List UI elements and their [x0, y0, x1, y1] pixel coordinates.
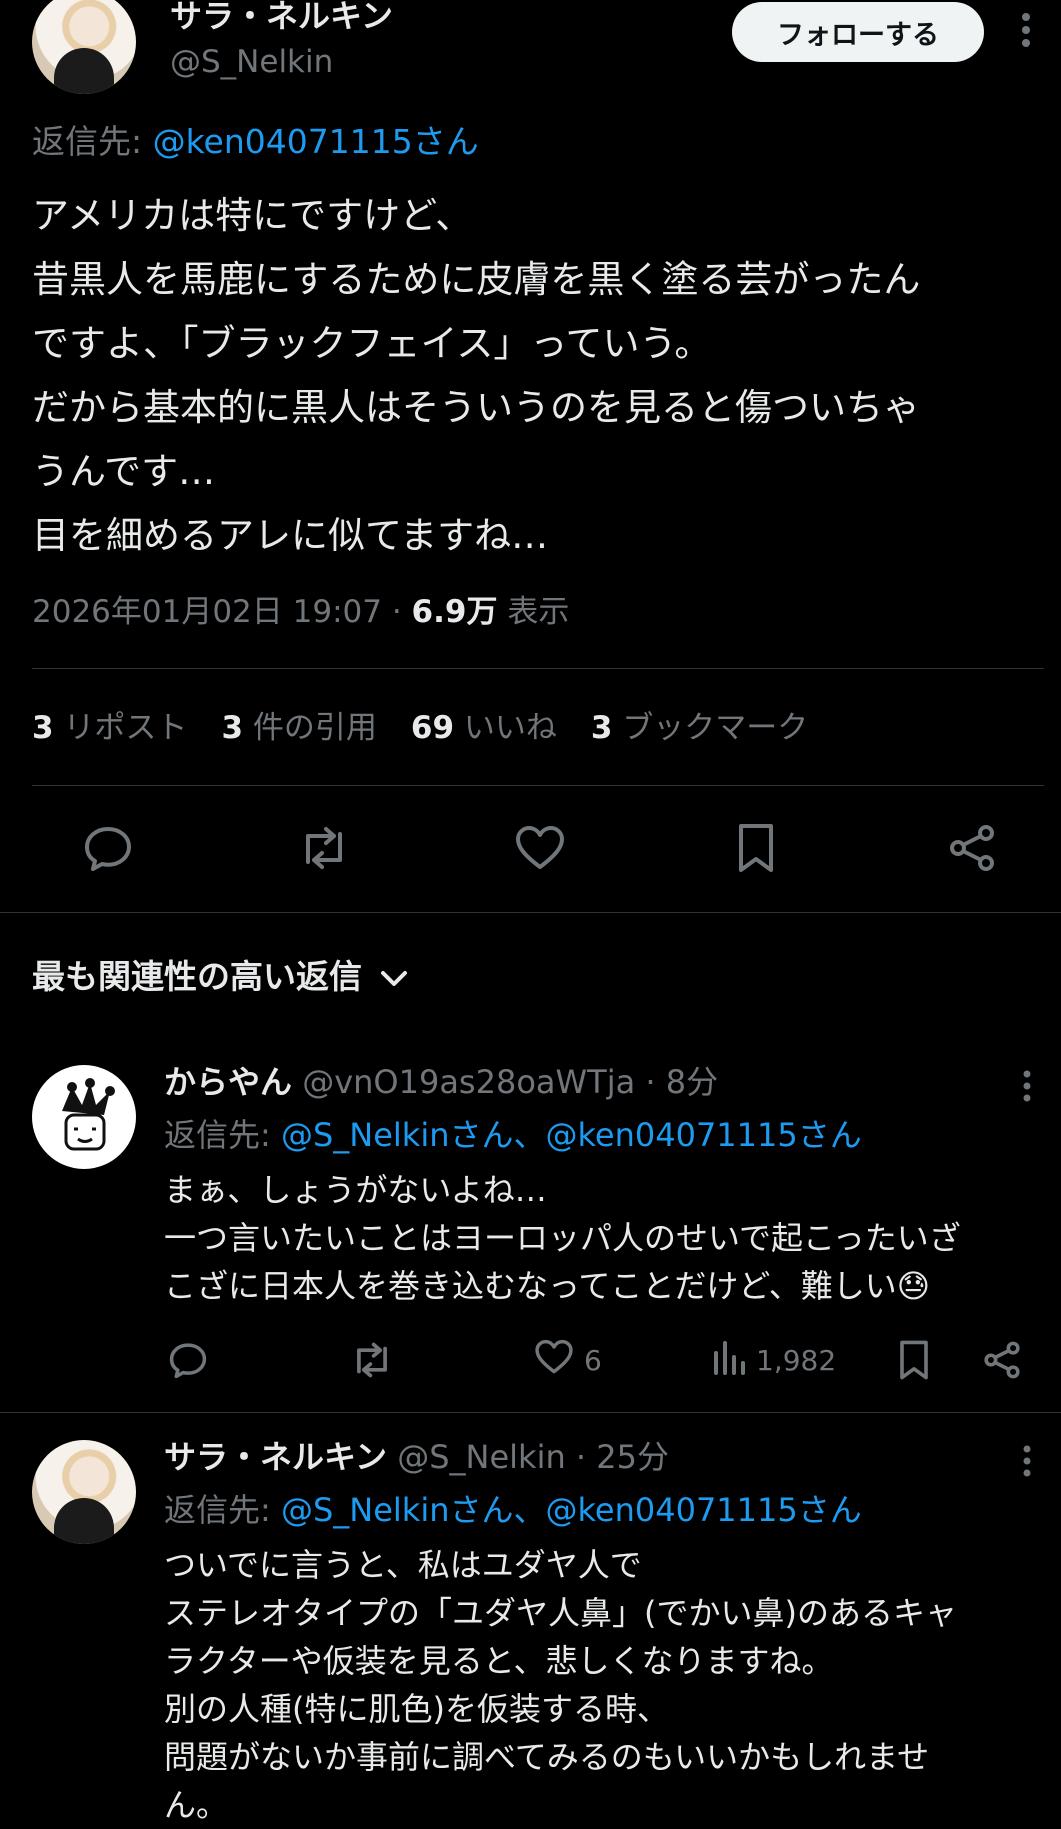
divider: [0, 1412, 1061, 1413]
reply-views-button[interactable]: 1,982: [712, 1340, 836, 1380]
post-text-line: 目を細めるアレに似てますね…: [32, 514, 549, 557]
more-icon[interactable]: [1014, 1066, 1040, 1106]
divider: [32, 785, 1044, 786]
bookmarks-stat[interactable]: 3 ブックマーク: [591, 710, 808, 746]
repost-icon[interactable]: [348, 1340, 396, 1380]
repost-icon[interactable]: [294, 820, 354, 876]
reply-text-line: ついでに言うと、私はユダヤ人で: [164, 1546, 642, 1584]
views-icon: [712, 1339, 746, 1382]
replies-sort-toggle[interactable]: 最も関連性の高い返信: [32, 955, 408, 999]
reply-views-count: 1,982: [756, 1343, 837, 1377]
likes-count: 69: [410, 710, 455, 746]
reposts-label: リポスト: [63, 710, 188, 746]
reply-text: ついでに言うと、私はユダヤ人で ステレオタイプの「ユダヤ人鼻」(でかい鼻)のある…: [164, 1541, 957, 1829]
reply-text-line: 別の人種(特に肌色)を仮装する時、: [164, 1690, 669, 1728]
reply-display-name[interactable]: サラ・ネルキン: [164, 1438, 387, 1476]
like-icon: [534, 1339, 574, 1382]
share-icon[interactable]: [944, 820, 1000, 876]
reply-to-label: 返信先:: [32, 122, 143, 161]
reply-like-button[interactable]: 6: [534, 1339, 602, 1382]
reply-text-line: こざに日本人を巻き込むなってことだけど、難しい😓: [164, 1267, 931, 1305]
reply-to-link[interactable]: @ken04071115さん: [153, 122, 479, 161]
more-icon[interactable]: [1010, 10, 1042, 50]
reply-text-line: ステレオタイプの「ユダヤ人鼻」(でかい鼻)のあるキャ: [164, 1594, 957, 1632]
reply-text: まぁ、しょうがないよね… 一つ言いたいことはヨーロッパ人のせいで起こったいざ こ…: [164, 1166, 961, 1310]
replies-sort-label: 最も関連性の高い返信: [32, 957, 362, 996]
bookmark-icon[interactable]: [730, 820, 782, 876]
chevron-down-icon: [380, 955, 408, 999]
reply-like-count: 6: [584, 1343, 602, 1377]
quotes-stat[interactable]: 3 件の引用: [221, 710, 376, 746]
post-text-line: うんです…: [32, 450, 216, 493]
bookmark-icon[interactable]: [896, 1340, 932, 1380]
quotes-count: 3: [221, 710, 244, 746]
reply-time[interactable]: · 8分: [635, 1063, 718, 1101]
reply-to-link[interactable]: @S_Nelkinさん、@ken04071115さん: [281, 1491, 862, 1529]
author-handle[interactable]: @S_Nelkin: [170, 42, 333, 82]
follow-button-label: フォローする: [777, 19, 939, 51]
reply-header: サラ・ネルキン @S_Nelkin · 25分: [164, 1435, 669, 1479]
reply-to-link[interactable]: @S_Nelkinさん、@ken04071115さん: [281, 1116, 862, 1154]
reply-to-label: 返信先:: [164, 1491, 271, 1529]
reply-to-label: 返信先:: [164, 1116, 271, 1154]
reply-to-line: 返信先: @S_Nelkinさん、@ken04071115さん: [164, 1112, 862, 1158]
author-avatar[interactable]: [32, 0, 136, 94]
post-text-line: ですよ、「ブラックフェイス」っていう。: [32, 322, 712, 365]
divider: [0, 912, 1061, 913]
reply-display-name[interactable]: からやん: [164, 1063, 292, 1101]
reply-to-line: 返信先: @S_Nelkinさん、@ken04071115さん: [164, 1487, 862, 1533]
reply-icon[interactable]: [80, 820, 136, 876]
divider: [32, 668, 1044, 669]
reply-text-line: 一つ言いたいことはヨーロッパ人のせいで起こったいざ: [164, 1219, 961, 1257]
more-icon[interactable]: [1014, 1441, 1040, 1481]
follow-button[interactable]: フォローする: [732, 2, 984, 62]
bookmarks-count: 3: [590, 710, 613, 746]
reply-time[interactable]: · 25分: [566, 1438, 669, 1476]
reply-handle[interactable]: @vnO19as28oaWTja: [302, 1063, 635, 1101]
post-stats: 3 リポスト 3 件の引用 69 いいね 3 ブックマーク: [32, 706, 808, 750]
reply-text-line: ん。: [164, 1786, 229, 1824]
reply-text-line: ラクターや仮装を見ると、悲しくなりますね。: [164, 1642, 834, 1680]
likes-stat[interactable]: 69 いいね: [411, 710, 557, 746]
reply-handle[interactable]: @S_Nelkin: [397, 1438, 566, 1476]
bookmarks-label: ブックマーク: [622, 710, 809, 746]
post-meta: 2026年01月02日 19:07 · 6.9万 表示: [32, 590, 569, 634]
reply-to-line: 返信先: @ken04071115さん: [32, 120, 479, 164]
post-views-count: 6.9万: [411, 594, 498, 630]
reply-text-line: 問題がないか事前に調べてみるのもいいかもしれませ: [164, 1738, 930, 1776]
author-display-name[interactable]: サラ・ネルキン: [170, 0, 393, 36]
reply-text-line: まぁ、しょうがないよね…: [164, 1171, 547, 1209]
share-icon[interactable]: [980, 1340, 1024, 1380]
quotes-label: 件の引用: [252, 710, 377, 746]
post-views-label: 表示: [497, 594, 570, 630]
reply-header: からやん @vnO19as28oaWTja · 8分: [164, 1060, 718, 1104]
post-text: アメリカは特にですけど、 昔黒人を馬鹿にするために皮膚を黒く塗る芸がったん です…: [32, 184, 920, 568]
post-text-line: だから基本的に黒人はそういうのを見ると傷ついちゃ: [32, 386, 920, 429]
post-timestamp[interactable]: 2026年01月02日 19:07 ·: [32, 594, 412, 630]
post-text-line: 昔黒人を馬鹿にするために皮膚を黒く塗る芸がったん: [32, 258, 921, 301]
reposts-stat[interactable]: 3 リポスト: [32, 710, 187, 746]
reply-avatar[interactable]: [32, 1440, 136, 1544]
reposts-count: 3: [32, 710, 54, 746]
post-text-line: アメリカは特にですけど、: [32, 194, 473, 237]
likes-label: いいね: [463, 710, 557, 746]
like-icon[interactable]: [512, 820, 568, 876]
reply-icon[interactable]: [166, 1340, 210, 1380]
reply-avatar[interactable]: [32, 1065, 136, 1169]
